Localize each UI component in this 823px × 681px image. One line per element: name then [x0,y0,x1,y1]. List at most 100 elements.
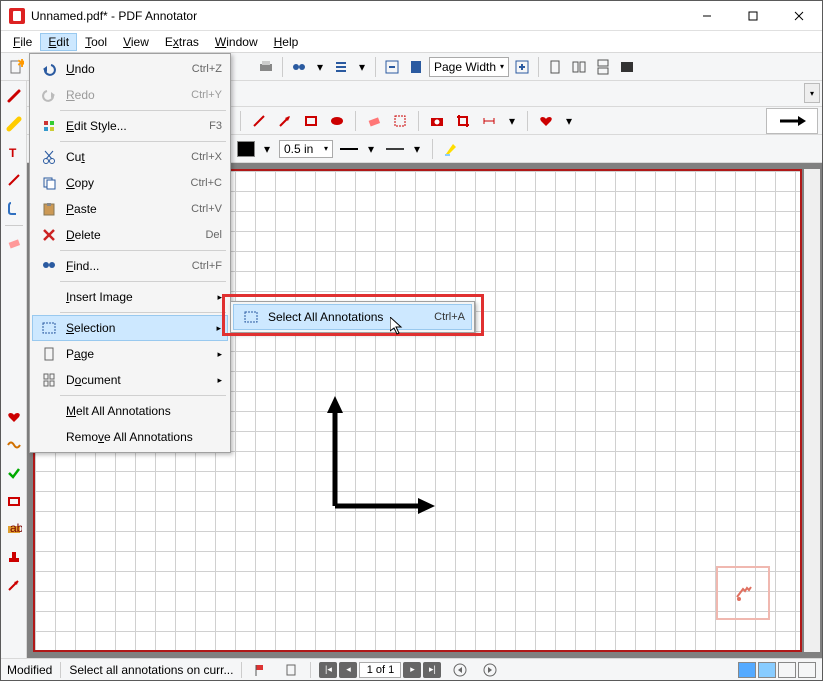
menu-cut[interactable]: Cut Ctrl+X [32,144,228,170]
single-page-icon[interactable] [544,56,566,78]
menu-melt-all[interactable]: Melt All Annotations [32,398,228,424]
annotation-arrow[interactable] [285,391,445,521]
page-input[interactable] [359,662,401,678]
status-modified: Modified [7,663,52,677]
color-dropdown[interactable]: ▾ [259,138,275,160]
menu-page[interactable]: Page ▸ [32,341,228,367]
arrowstyle-dropdown[interactable]: ▾ [409,138,425,160]
menu-help[interactable]: Help [266,33,307,51]
fit-plus-icon[interactable] [511,56,533,78]
width-select[interactable]: 0.5 in▾ [279,140,333,158]
rect-icon[interactable] [300,110,322,132]
line-style-icon[interactable] [337,138,359,160]
find-dropdown[interactable]: ▾ [312,56,328,78]
menu-delete[interactable]: Delete Del [32,222,228,248]
list-dropdown[interactable]: ▾ [354,56,370,78]
first-page-button[interactable]: |◂ [319,662,337,678]
view4-icon[interactable] [798,662,816,678]
crop-icon[interactable] [452,110,474,132]
edit-menu: Undo Ctrl+Z Redo Ctrl+Y Edit Style... F3… [29,53,231,453]
binoculars-icon[interactable] [288,56,310,78]
text-tool-icon[interactable]: T [3,141,25,163]
pen-tool-icon[interactable] [3,85,25,107]
color-swatch[interactable] [237,141,255,157]
menu-document[interactable]: Document ▸ [32,367,228,393]
next-page-button[interactable]: ▸ [403,662,421,678]
menu-paste[interactable]: Paste Ctrl+V [32,196,228,222]
camera-icon[interactable] [426,110,448,132]
app-window: Unnamed.pdf* - PDF Annotator File Edit T… [0,0,823,681]
nav-back-icon[interactable] [449,659,471,681]
view1-icon[interactable] [738,662,756,678]
arrow-style-icon[interactable] [383,138,405,160]
two-page-icon[interactable] [568,56,590,78]
eraser2-icon[interactable] [363,110,385,132]
menu-edit-style[interactable]: Edit Style... F3 [32,113,228,139]
highlighter-icon[interactable] [440,138,462,160]
close-button[interactable] [776,1,822,31]
shape-extras-dropdown[interactable]: ▾ [504,110,520,132]
statusbar: Modified Select all annotations on curr.… [1,658,822,680]
marker-tool-icon[interactable] [3,113,25,135]
view3-icon[interactable] [778,662,796,678]
measure-icon[interactable] [478,110,500,132]
arrow-icon[interactable] [274,110,296,132]
print-icon[interactable] [255,56,277,78]
titlebar: Unnamed.pdf* - PDF Annotator [1,1,822,31]
menu-remove-all[interactable]: Remove All Annotations [32,424,228,450]
maximize-button[interactable] [730,1,776,31]
menu-file[interactable]: File [5,33,40,51]
page-navigator: |◂ ◂ ▸ ▸| [319,662,441,678]
line-icon[interactable] [248,110,270,132]
nav-fwd-icon[interactable] [479,659,501,681]
toolbar-overflow[interactable]: ▾ [804,83,820,103]
vertical-scrollbar[interactable] [804,169,820,652]
new-doc-icon[interactable]: ✱ [5,56,27,78]
menu-window[interactable]: Window [207,33,266,51]
status-doc-icon[interactable] [280,659,302,681]
menu-selection[interactable]: Selection ▸ [32,315,228,341]
fav-wave-icon[interactable] [3,434,25,456]
menu-redo[interactable]: Redo Ctrl+Y [32,82,228,108]
fit-minus-icon[interactable] [381,56,403,78]
paste-icon [38,201,60,217]
zoom-select[interactable]: Page Width▾ [429,57,509,77]
fullscreen-icon[interactable] [616,56,638,78]
menu-view[interactable]: View [115,33,157,51]
status-flag-icon[interactable] [250,659,272,681]
menu-insert-image[interactable]: Insert Image ▸ [32,284,228,310]
fav-stamp-icon[interactable] [3,546,25,568]
eraser-icon[interactable] [3,232,25,254]
minimize-button[interactable] [684,1,730,31]
last-page-button[interactable]: ▸| [423,662,441,678]
menu-extras[interactable]: Extras [157,33,207,51]
fav-check-icon[interactable] [3,462,25,484]
fav-rect-icon[interactable] [3,490,25,512]
heart-icon[interactable] [535,110,557,132]
view2-icon[interactable] [758,662,776,678]
undo-icon [38,61,60,77]
stamp-clip-icon[interactable] [3,197,25,219]
line-tool-icon[interactable] [3,169,25,191]
menu-tool[interactable]: Tool [77,33,115,51]
menu-find[interactable]: Find... Ctrl+F [32,253,228,279]
delete-icon [38,227,60,243]
menu-undo[interactable]: Undo Ctrl+Z [32,56,228,82]
continuous-icon[interactable] [592,56,614,78]
favorites-dropdown[interactable]: ▾ [561,110,577,132]
list-icon[interactable] [330,56,352,78]
prev-page-button[interactable]: ◂ [339,662,357,678]
menu-select-all-annotations[interactable]: Select All Annotations Ctrl+A [233,304,472,330]
select-all-icon [240,309,262,325]
big-arrow-button[interactable] [766,108,818,134]
menu-edit[interactable]: Edit [40,33,77,51]
fav-label-icon[interactable]: abl [3,518,25,540]
linestyle-dropdown[interactable]: ▾ [363,138,379,160]
fav-heart-icon[interactable] [3,406,25,428]
ellipse-icon[interactable] [326,110,348,132]
fit-page-icon[interactable] [405,56,427,78]
fav-arrow-icon[interactable] [3,574,25,596]
page-icon [38,346,60,362]
menu-copy[interactable]: Copy Ctrl+C [32,170,228,196]
select-dashed-icon[interactable] [389,110,411,132]
